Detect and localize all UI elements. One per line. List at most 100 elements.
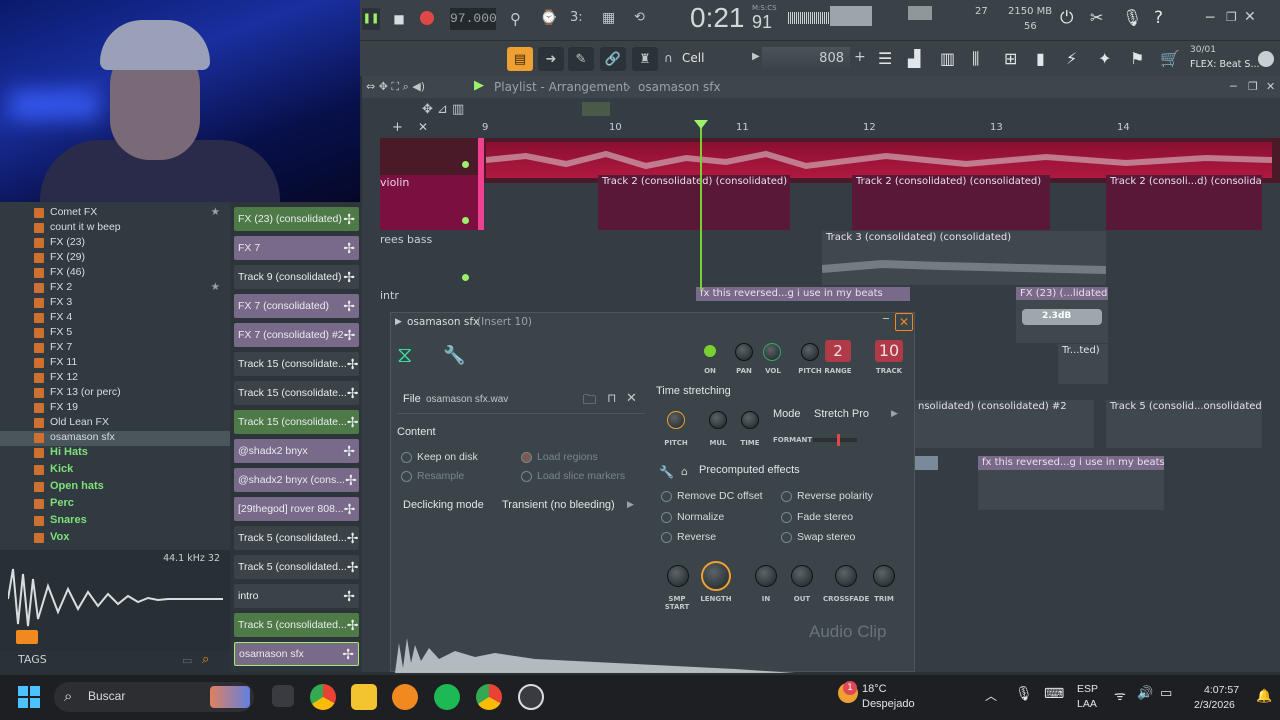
clip-violin-2[interactable]: Track 2 (consolidated) (consolidated) — [852, 175, 1050, 230]
project-icon[interactable]: ▮ — [1036, 49, 1045, 68]
browser-file[interactable]: Comet FX ★ — [0, 206, 230, 221]
mode-arrow-icon[interactable]: ▶ — [891, 409, 898, 419]
weather-desc[interactable]: Despejado — [862, 698, 915, 710]
stamp-icon[interactable]: ♜ — [632, 47, 658, 71]
browser-file[interactable]: FX 13 (or perc) — [0, 386, 230, 401]
pattern-selector[interactable]: 808 — [762, 47, 850, 71]
formant-slider-handle[interactable] — [837, 434, 840, 446]
channel-button[interactable]: @shadx2 bnyx (cons... ✢ — [234, 468, 359, 492]
play-button[interactable]: ❚❚ — [362, 8, 380, 30]
effect-reverse[interactable]: Reverse — [661, 531, 716, 543]
channel-button[interactable]: Track 5 (consolidated... ✢ — [234, 613, 359, 637]
effect-remove-dc[interactable]: Remove DC offset — [661, 490, 763, 502]
chrome-icon[interactable] — [310, 684, 336, 710]
pattern-arrow-icon[interactable]: ▶ — [752, 51, 760, 62]
playlist-close-icon[interactable]: ✕ — [1266, 80, 1275, 93]
start-button[interactable] — [18, 686, 40, 708]
snap-select[interactable]: Cell — [682, 51, 704, 65]
battery-icon[interactable]: ▭ — [1160, 686, 1172, 701]
browser-file[interactable]: FX 12 — [0, 371, 230, 386]
channel-plus-icon[interactable]: ✢ — [343, 240, 359, 257]
countdown-icon[interactable]: 3: — [570, 10, 583, 25]
formant-slider[interactable] — [813, 438, 857, 442]
channel-plus-icon[interactable]: ✢ — [347, 617, 359, 634]
pan-knob[interactable] — [735, 343, 753, 361]
spotify-icon[interactable] — [434, 684, 460, 710]
task-view-icon[interactable] — [272, 685, 294, 707]
volume-icon[interactable]: 🔊 — [1137, 686, 1153, 701]
pin-icon[interactable]: ⊓ — [607, 391, 616, 405]
out-knob[interactable] — [791, 565, 813, 587]
plugin-close-icon[interactable]: ✕ — [895, 313, 913, 331]
clip-violin-1[interactable]: Track 2 (consolidated) (consolidated) — [598, 175, 790, 230]
vol-knob[interactable] — [763, 343, 781, 361]
loop-record-icon[interactable]: ⟲ — [634, 10, 645, 25]
plugin-minimize-icon[interactable]: ─ — [883, 314, 889, 325]
effect-fade-stereo[interactable]: Fade stereo — [781, 511, 853, 523]
length-knob[interactable] — [701, 561, 731, 591]
browser-file[interactable]: FX 5 — [0, 326, 230, 341]
tray-mic-icon[interactable]: 🎙 — [1015, 686, 1033, 702]
metronome-icon[interactable]: ⚲ — [510, 10, 521, 28]
channel-plus-icon[interactable]: ✢ — [342, 646, 358, 663]
channel-plus-icon[interactable]: ✢ — [347, 530, 359, 547]
channel-button[interactable]: Track 15 (consolidate... ✢ — [234, 352, 359, 376]
file-explorer-icon[interactable] — [351, 684, 377, 710]
channel-plus-icon[interactable]: ✢ — [343, 269, 359, 286]
favorite-star-icon[interactable]: ★ — [211, 206, 220, 218]
record-button[interactable] — [420, 11, 434, 25]
channel-button[interactable]: Track 15 (consolidate... ✢ — [234, 410, 359, 434]
channel-button[interactable]: FX 7 ✢ — [234, 236, 359, 260]
browser-file[interactable]: FX 7 — [0, 341, 230, 356]
tools2-icon[interactable]: ✦ — [1098, 49, 1111, 68]
obs-icon[interactable] — [518, 684, 544, 710]
browser-file[interactable]: osamason sfx — [0, 431, 230, 446]
clip-fx-reversed-2-body[interactable] — [978, 470, 1164, 510]
timeline-ruler[interactable]: 9 10 11 12 13 14 — [482, 120, 1272, 136]
browser-folder[interactable]: Perc — [0, 497, 230, 514]
lang-secondary[interactable]: LAA — [1077, 698, 1097, 710]
search-icon[interactable]: ⌕ — [202, 652, 209, 667]
tempo-display[interactable]: 97.000 — [450, 8, 497, 30]
channel-plus-icon[interactable]: ✢ — [343, 588, 359, 605]
favorite-star-icon[interactable]: ★ — [211, 281, 220, 293]
piano-roll-icon[interactable]: ▟ — [908, 49, 920, 68]
plug-icon[interactable]: ⚑ — [1130, 49, 1144, 68]
clip-fx23[interactable]: FX (23) (...lidated) 2.3dB — [1016, 287, 1108, 343]
channel-button[interactable]: @shadx2 bnyx ✢ — [234, 439, 359, 463]
mode-select[interactable]: Stretch Pro — [814, 408, 869, 420]
browser-folder[interactable]: Snares — [0, 514, 230, 531]
link-icon[interactable]: 🔗 — [600, 47, 626, 71]
clip-violin-3[interactable]: Track 2 (consoli...d) (consolidated) — [1106, 175, 1262, 230]
restore-icon[interactable]: ❐ — [1226, 10, 1237, 24]
channel-plus-icon[interactable]: ✢ — [343, 298, 359, 315]
channel-button[interactable]: [29thegod] rover 808... ✢ — [234, 497, 359, 521]
draw-icon[interactable]: ✎ — [568, 47, 594, 71]
search-box[interactable]: ⌕ Buscar — [54, 682, 254, 712]
blend-icon[interactable]: ▦ — [602, 10, 615, 26]
channel-plus-icon[interactable]: ✢ — [347, 559, 359, 576]
preview-play-icon[interactable] — [16, 630, 38, 644]
ts-mul-knob[interactable] — [709, 411, 727, 429]
browser-file[interactable]: Old Lean FX — [0, 416, 230, 431]
clip-reesbass[interactable]: Track 3 (consolidated) (consolidated) — [821, 231, 1107, 285]
remove-track-icon[interactable]: ✕ — [418, 120, 428, 134]
clip-track5[interactable]: Track 5 (consolid...onsolidated) #2 — [1106, 400, 1262, 448]
snap-tools-icon[interactable]: ✥ ⊿ ▥ — [422, 102, 464, 117]
pattern-mode-icon[interactable]: ▤ — [507, 47, 533, 71]
browser-file[interactable]: FX 19 — [0, 401, 230, 416]
effect-reverse-polarity[interactable]: Reverse polarity — [781, 490, 873, 502]
channel-button[interactable]: Track 9 (consolidated) ✢ — [234, 265, 359, 289]
track-2-led[interactable] — [462, 274, 469, 281]
channel-plus-icon[interactable]: ✢ — [343, 443, 359, 460]
clip-fx-reversed-2[interactable]: fx this reversed...g i use in my beats — [978, 456, 1164, 470]
time-display[interactable]: 0:21 — [690, 2, 745, 34]
declicking-select[interactable]: Transient (no bleeding) — [502, 499, 615, 511]
precomputed-lock-icon[interactable]: ⌂ — [681, 465, 688, 478]
keep-on-disk-option[interactable]: Keep on disk — [401, 451, 478, 463]
minimize-icon[interactable]: ─ — [1206, 10, 1214, 26]
channel-button[interactable]: osamason sfx ✢ — [234, 642, 359, 666]
plugin-menu-arrow-icon[interactable]: ▶ — [395, 317, 402, 327]
resample-option[interactable]: Resample — [401, 470, 464, 482]
mic-icon[interactable]: 🎙 — [1122, 8, 1142, 27]
